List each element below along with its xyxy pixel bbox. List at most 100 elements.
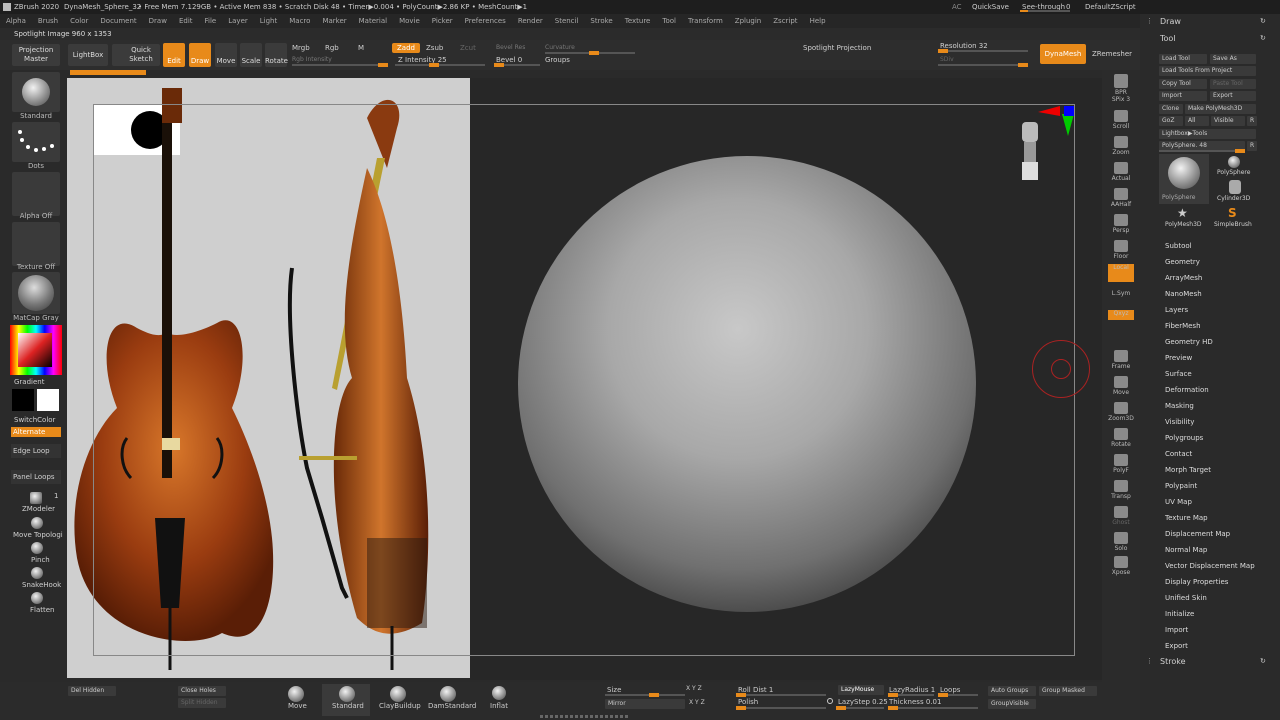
bevel-track[interactable] [494, 63, 540, 67]
split-hidden-button[interactable]: Split Hidden [178, 698, 226, 708]
menu-edit[interactable]: Edit [179, 17, 193, 25]
goz-visible-button[interactable]: Visible [1211, 116, 1245, 126]
z-intensity-track[interactable] [395, 63, 485, 67]
zoom3d-button[interactable]: Zoom3D [1108, 402, 1134, 424]
menu-render[interactable]: Render [518, 17, 543, 25]
layers-section[interactable]: Layers [1165, 306, 1188, 314]
export-section[interactable]: Export [1165, 642, 1188, 650]
thumb-polymesh3d[interactable]: ★ PolyMesh3D [1159, 206, 1209, 230]
edit-button[interactable]: Edit [163, 43, 185, 67]
make-polymesh-button[interactable]: Make PolyMesh3D [1185, 104, 1256, 114]
bpr-button[interactable]: BPR [1108, 74, 1134, 96]
claybuildup-icon[interactable] [390, 686, 406, 702]
menu-marker[interactable]: Marker [322, 17, 346, 25]
menu-file[interactable]: File [205, 17, 217, 25]
menu-layer[interactable]: Layer [228, 17, 248, 25]
ac-label[interactable]: AC [952, 0, 962, 14]
menu-stencil[interactable]: Stencil [555, 17, 579, 25]
axis-gizmo[interactable] [1038, 106, 1078, 146]
lsym-button[interactable]: L.Sym [1108, 290, 1134, 312]
normal-map-section[interactable]: Normal Map [1165, 546, 1207, 554]
z-intensity-slider[interactable]: Z Intensity 25 [398, 56, 447, 64]
masking-section[interactable]: Masking [1165, 402, 1194, 410]
loops-track[interactable] [938, 693, 978, 697]
lazystep-track[interactable] [836, 706, 884, 710]
draw-palette-header[interactable]: Draw [1160, 17, 1181, 26]
menu-zplugin[interactable]: Zplugin [735, 17, 761, 25]
thickness-track[interactable] [888, 706, 978, 710]
menu-transform[interactable]: Transform [688, 17, 723, 25]
size-track[interactable] [605, 693, 685, 697]
del-hidden-button[interactable]: Del Hidden [68, 686, 116, 696]
mrgb-button[interactable]: Mrgb [292, 44, 310, 52]
solo-button[interactable]: Solo [1108, 532, 1134, 554]
floor-button[interactable]: Floor [1108, 240, 1134, 262]
xpose-button[interactable]: Xpose [1108, 556, 1134, 578]
tool-refresh-icon[interactable]: ↻ [1260, 34, 1266, 42]
menu-picker[interactable]: Picker [432, 17, 453, 25]
surface-section[interactable]: Surface [1165, 370, 1192, 378]
dots-stroke-button[interactable] [12, 122, 60, 162]
uv-map-section[interactable]: UV Map [1165, 498, 1192, 506]
roll-dist-track[interactable] [736, 693, 826, 697]
zcut-button[interactable]: Zcut [460, 44, 476, 52]
polish-circle-icon[interactable] [827, 698, 833, 704]
switchcolor-button[interactable]: SwitchColor [14, 416, 55, 424]
menu-color[interactable]: Color [70, 17, 88, 25]
groups-button[interactable]: Groups [545, 56, 570, 64]
rotate-button[interactable]: Rotate [265, 43, 288, 67]
menu-macro[interactable]: Macro [289, 17, 310, 25]
menu-texture[interactable]: Texture [625, 17, 651, 25]
sdiv-slider[interactable]: SDiv [940, 56, 954, 63]
standard-brush-button[interactable] [12, 72, 60, 112]
menu-brush[interactable]: Brush [38, 17, 58, 25]
m-button[interactable]: M [358, 44, 364, 52]
draw-button[interactable]: Draw [189, 43, 211, 67]
panel-loops-button[interactable]: Panel Loops [11, 470, 61, 484]
inflat-icon[interactable] [492, 686, 506, 700]
thickness-slider[interactable]: Thickness 0.01 [889, 698, 941, 706]
polyf-button[interactable]: PolyF [1108, 454, 1134, 476]
load-tool-button[interactable]: Load Tool [1159, 54, 1207, 64]
gradient-label[interactable]: Gradient [14, 378, 44, 386]
load-from-project-button[interactable]: Load Tools From Project [1159, 66, 1256, 76]
thumb-polysphere[interactable]: PolySphere [1211, 154, 1257, 178]
main-color-swatch[interactable] [12, 389, 34, 411]
goz-r-button[interactable]: R [1247, 116, 1257, 126]
frame-button[interactable]: Frame [1108, 350, 1134, 372]
resolution-track[interactable] [938, 49, 1028, 53]
arraymesh-section[interactable]: ArrayMesh [1165, 274, 1202, 282]
copy-tool-button[interactable]: Copy Tool [1159, 79, 1207, 89]
geometry-section[interactable]: Geometry [1165, 258, 1200, 266]
menu-alpha[interactable]: Alpha [6, 17, 26, 25]
spotlight-projection-button[interactable]: Spotlight Projection [803, 44, 871, 52]
nanomesh-section[interactable]: NanoMesh [1165, 290, 1202, 298]
goz-button[interactable]: GoZ [1159, 116, 1183, 126]
alpha-button[interactable] [12, 172, 60, 216]
move-brush-icon[interactable] [288, 686, 304, 702]
morph-target-section[interactable]: Morph Target [1165, 466, 1211, 474]
zmodeler-icon[interactable] [30, 492, 42, 504]
import-button[interactable]: Import [1159, 91, 1207, 101]
zadd-button[interactable]: Zadd [392, 43, 420, 53]
edge-loop-button[interactable]: Edge Loop [11, 444, 61, 458]
polish-slider[interactable]: Polish [738, 698, 758, 706]
fibermesh-section[interactable]: FiberMesh [1165, 322, 1201, 330]
bottom-scroll-handle[interactable] [540, 715, 630, 718]
damstandard-icon[interactable] [440, 686, 456, 702]
move-topological-icon[interactable] [31, 517, 43, 529]
menu-zscript[interactable]: Zscript [773, 17, 797, 25]
bevel-res-slider[interactable]: Bevel Res [496, 44, 525, 51]
current-tool-thumbnail[interactable]: PolySphere [1159, 154, 1209, 204]
mirror-button[interactable]: Mirror [605, 699, 685, 709]
snakehook-icon[interactable] [31, 567, 43, 579]
goz-all-button[interactable]: All [1185, 116, 1209, 126]
move-button[interactable]: Move [215, 43, 237, 67]
preview-section[interactable]: Preview [1165, 354, 1192, 362]
menu-material[interactable]: Material [359, 17, 387, 25]
lazyradius-track[interactable] [888, 693, 934, 697]
rotate-view-button[interactable]: Rotate [1108, 428, 1134, 450]
polysphere-r-button[interactable]: R [1247, 141, 1257, 151]
group-masked-button[interactable]: Group Masked [1039, 686, 1097, 696]
thumb-cylinder3d[interactable]: Cylinder3D [1211, 179, 1257, 203]
